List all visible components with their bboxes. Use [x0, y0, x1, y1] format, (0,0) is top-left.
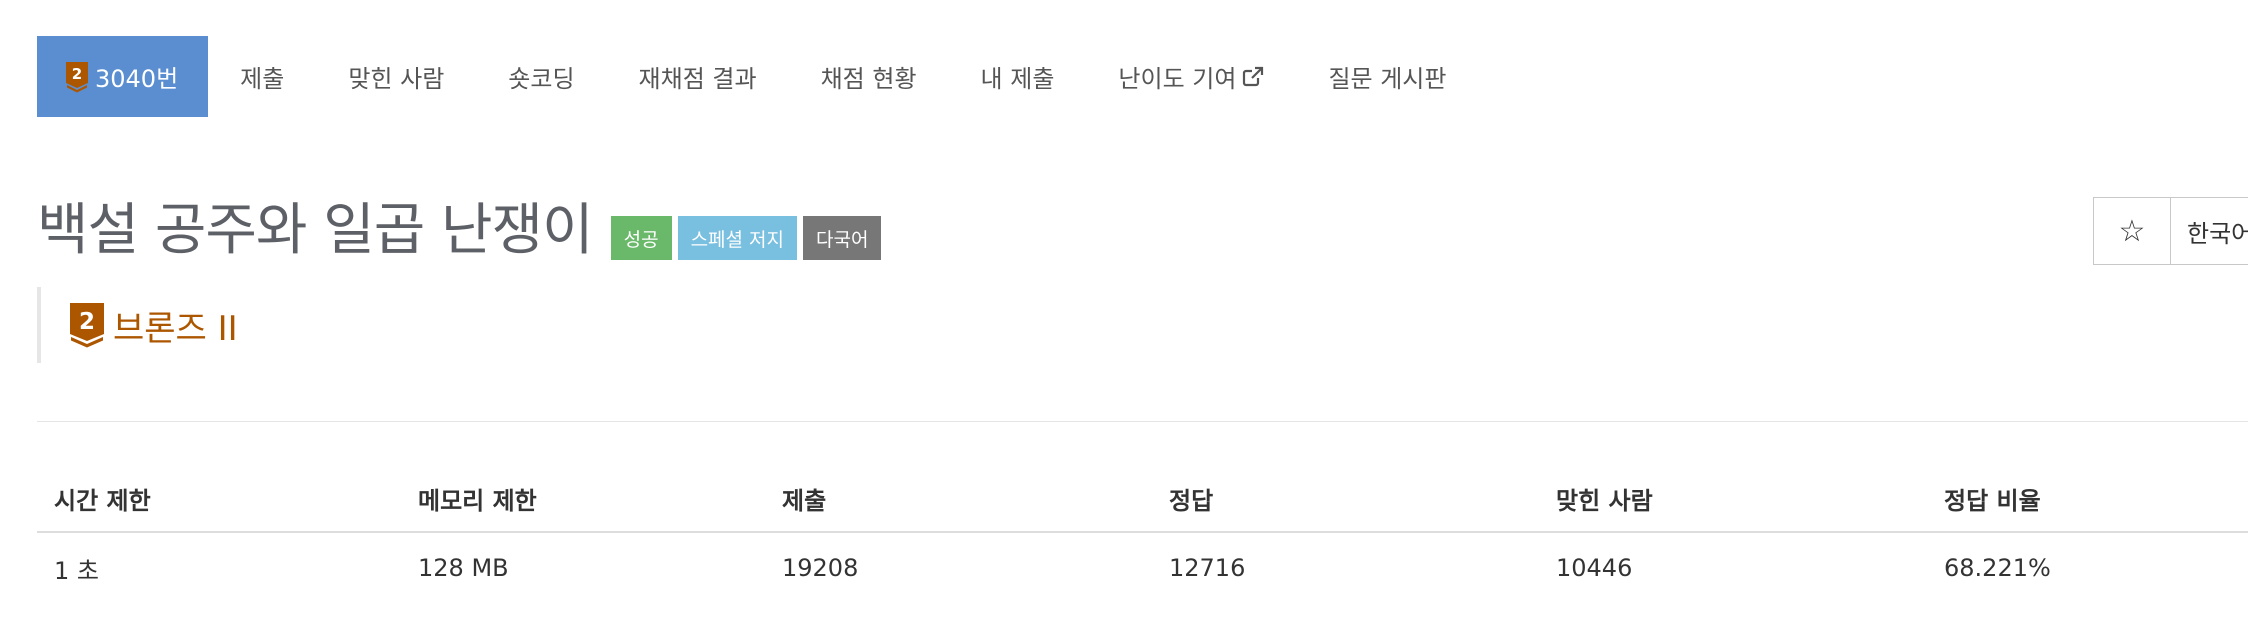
- stats-value-row: 1 초 128 MB 19208 12716 10446 68.221%: [37, 532, 2248, 604]
- badge-multilang: 다국어: [803, 216, 882, 260]
- value-time-limit: 1 초: [54, 556, 99, 585]
- language-select-button[interactable]: 한국어: [2171, 198, 2248, 264]
- nav-solved-users-label: 맞힌 사람: [348, 65, 445, 93]
- value-accepted: 12716: [1169, 554, 1246, 582]
- bronze-tier-icon: 2: [70, 303, 104, 348]
- problem-controls: ☆ 한국어: [2093, 197, 2248, 265]
- favorite-star-button[interactable]: ☆: [2094, 198, 2171, 264]
- nav-judge-status[interactable]: 채점 현황: [789, 36, 949, 117]
- header-time-limit: 시간 제한: [54, 487, 151, 515]
- problem-badges: 성공 스페셜 저지 다국어: [610, 216, 888, 260]
- badge-special-judge: 스페셜 저지: [677, 216, 798, 260]
- nav-rejudge-result[interactable]: 재채점 결과: [607, 36, 789, 117]
- header-solved-users: 맞힌 사람: [1556, 487, 1653, 515]
- problem-header: 백설 공주와 일곱 난쟁이 성공 스페셜 저지 다국어: [37, 196, 887, 266]
- nav-submit-label: 제출: [240, 65, 285, 93]
- problem-nav: 2 3040번 제출 맞힌 사람 숏코딩 재채점 결과 채점 현황 내 제출 난…: [37, 36, 1478, 117]
- section-divider: [37, 421, 2248, 422]
- stats-header-row: 시간 제한 메모리 제한 제출 정답 맞힌 사람 정답 비율: [37, 466, 2248, 533]
- svg-text:2: 2: [79, 309, 95, 335]
- nav-my-submissions[interactable]: 내 제출: [949, 36, 1087, 117]
- bronze-tier-icon: 2: [66, 61, 88, 92]
- value-submissions: 19208: [782, 554, 859, 582]
- nav-my-submissions-label: 내 제출: [980, 65, 1055, 93]
- header-memory-limit: 메모리 제한: [418, 487, 537, 515]
- value-solved-users: 10446: [1556, 554, 1633, 582]
- nav-short-coding[interactable]: 숏코딩: [476, 36, 606, 117]
- nav-submit[interactable]: 제출: [208, 36, 316, 117]
- header-accepted: 정답: [1169, 487, 1214, 515]
- problem-number-label: 3040번: [95, 65, 179, 93]
- problem-title: 백설 공주와 일곱 난쟁이: [37, 198, 594, 263]
- header-accept-ratio: 정답 비율: [1944, 487, 2041, 515]
- nav-judge-status-label: 채점 현황: [820, 65, 917, 93]
- nav-rejudge-result-label: 재채점 결과: [638, 65, 757, 93]
- header-submissions: 제출: [782, 487, 827, 515]
- tier-info: 2 브론즈 II: [37, 287, 238, 363]
- external-link-icon: [1243, 65, 1265, 86]
- nav-short-coding-label: 숏코딩: [508, 65, 575, 93]
- svg-text:2: 2: [72, 65, 82, 83]
- value-accept-ratio: 68.221%: [1944, 554, 2051, 582]
- nav-difficulty-contribution-label: 난이도 기여: [1118, 65, 1237, 93]
- nav-problem-number[interactable]: 2 3040번: [37, 36, 209, 117]
- nav-difficulty-contribution[interactable]: 난이도 기여: [1086, 36, 1296, 117]
- badge-success: 성공: [610, 216, 672, 260]
- language-label: 한국어: [2187, 219, 2248, 248]
- tier-name: 브론즈 II: [113, 308, 238, 349]
- nav-solved-users[interactable]: 맞힌 사람: [316, 36, 476, 117]
- star-icon: ☆: [2118, 213, 2146, 249]
- nav-question-board[interactable]: 질문 게시판: [1296, 36, 1478, 117]
- value-memory-limit: 128 MB: [418, 554, 509, 582]
- nav-question-board-label: 질문 게시판: [1328, 65, 1447, 93]
